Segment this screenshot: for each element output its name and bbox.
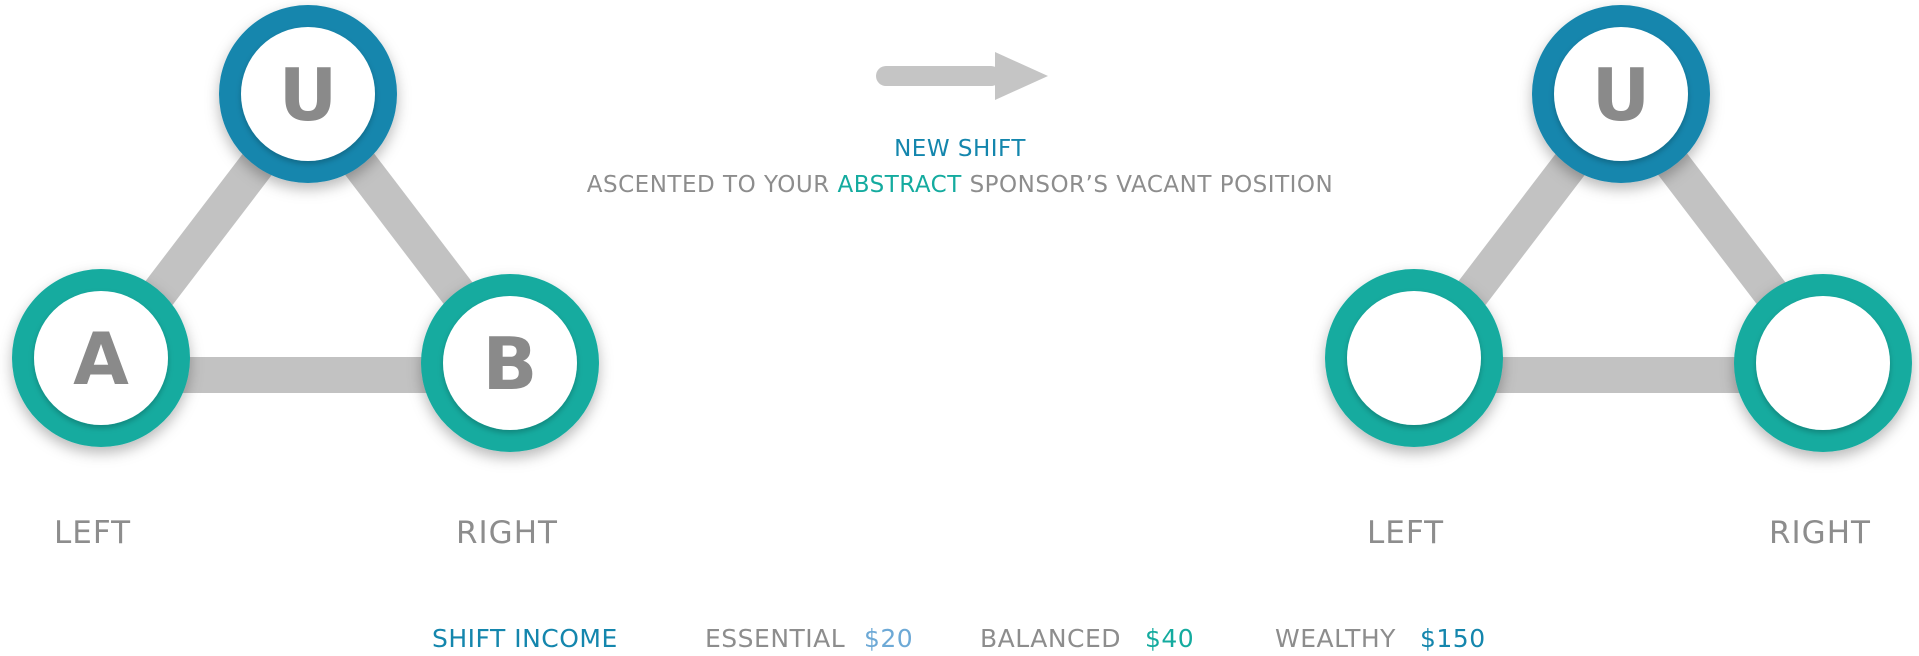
right-tree-top-node: U [1532,5,1710,183]
tier-amount-balanced: $40 [1145,624,1195,653]
tier-label-wealthy: WEALTHY [1275,624,1396,653]
node-letter: U [1592,53,1650,137]
income-title: SHIFT INCOME [432,624,618,653]
right-tree-right-label: RIGHT [1769,515,1871,551]
caption-description: ASCENTED TO YOUR ABSTRACT SPONSOR’S VACA… [560,172,1360,198]
tier-amount-essential: $20 [864,624,914,653]
right-tree-right-node [1734,274,1912,452]
caption-text-before: ASCENTED TO YOUR [586,172,830,198]
tier-label-balanced: BALANCED [980,624,1122,653]
left-tree-left-node: A [12,269,190,447]
caption-highlight: ABSTRACT [837,172,962,198]
diagram-canvas: U A B U [12,5,1912,452]
node-letter: U [279,53,337,137]
tier-label-essential: ESSENTIAL [705,624,846,653]
shift-income-row: SHIFT INCOME ESSENTIAL $20 BALANCED $40 … [0,624,1919,656]
caption-title: NEW SHIFT [894,136,1026,162]
tier-amount-wealthy: $150 [1420,624,1486,653]
right-arrow-icon [876,52,1048,100]
left-tree-top-node: U [219,5,397,183]
right-tree-left-node [1325,269,1503,447]
left-tree-left-label: LEFT [54,515,132,551]
node-letter: B [483,322,538,406]
right-tree-left-label: LEFT [1367,515,1445,551]
left-tree-right-label: RIGHT [456,515,558,551]
node-letter: A [73,317,129,401]
caption-text-after: SPONSOR’S VACANT POSITION [969,172,1334,198]
left-tree-right-node: B [421,274,599,452]
